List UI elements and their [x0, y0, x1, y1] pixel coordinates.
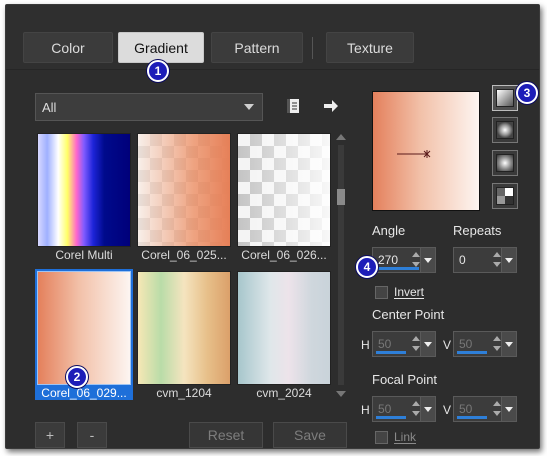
callout-4: 4 [356, 256, 378, 278]
swatch-item[interactable]: Corel_06_026... [235, 131, 333, 262]
focal-h-field[interactable]: 50 [372, 396, 436, 422]
center-v-field[interactable]: 50 [453, 331, 517, 357]
gradient-preview[interactable] [372, 91, 480, 211]
center-v-dropdown-icon[interactable] [501, 332, 516, 356]
tab-gradient[interactable]: Gradient [118, 32, 204, 63]
remove-button[interactable]: - [77, 422, 107, 448]
angle-label: Angle [372, 223, 406, 238]
invert-checkbox[interactable] [375, 286, 388, 299]
swatch-preview [137, 271, 231, 385]
callout-2: 2 [66, 366, 88, 388]
rectangular-gradient-icon [496, 121, 514, 139]
swatch-scrollbar[interactable] [335, 131, 347, 401]
focal-v-label: V [443, 403, 452, 417]
gradient-rectangular-button[interactable] [492, 117, 518, 143]
scroll-down-icon[interactable] [336, 391, 346, 397]
gradient-swatch-grid: Corel Multi Corel_06_025... Corel_06_026… [35, 131, 335, 401]
swatch-preview [137, 133, 231, 247]
chevron-down-icon [244, 104, 254, 110]
focal-h-dropdown-icon[interactable] [420, 397, 435, 421]
swatch-preview [237, 271, 331, 385]
angle-value: 270 [378, 253, 399, 267]
angle-dropdown-icon[interactable] [420, 248, 435, 272]
swatch-item[interactable]: Corel_06_025... [135, 131, 233, 262]
swatch-label: Corel_06_026... [241, 248, 327, 262]
center-v-label: V [443, 338, 452, 352]
angle-field[interactable]: 270 [372, 247, 436, 273]
arrow-right-icon[interactable] [320, 95, 342, 117]
gradient-sunburst-button[interactable] [492, 183, 518, 209]
tab-bar: Color Gradient Pattern Texture [6, 5, 539, 70]
scroll-up-icon[interactable] [336, 134, 346, 140]
center-h-label: H [361, 338, 370, 352]
focal-point-label: Focal Point [372, 372, 438, 387]
center-h-slider-bar[interactable] [376, 351, 406, 354]
category-dropdown-value: All [42, 99, 57, 115]
link-checkbox[interactable] [375, 431, 388, 444]
angle-slider-bar[interactable] [376, 267, 419, 270]
gradient-dialog: Color Gradient Pattern Texture 1 All Cor… [5, 4, 540, 449]
radial-gradient-icon [496, 154, 514, 172]
sunburst-gradient-icon [496, 187, 514, 205]
focal-v-slider-bar[interactable] [457, 416, 487, 419]
swatch-preview [37, 133, 131, 247]
focal-v-dropdown-icon[interactable] [501, 397, 516, 421]
swatch-label: Corel Multi [55, 248, 113, 262]
scroll-thumb[interactable] [337, 189, 345, 205]
repeats-field[interactable]: 0 [453, 247, 517, 273]
tab-texture[interactable]: Texture [326, 32, 414, 63]
save-button[interactable]: Save [273, 422, 347, 448]
callout-3: 3 [516, 82, 538, 104]
center-point-label: Center Point [372, 307, 445, 322]
focal-h-value: 50 [378, 402, 392, 416]
focal-v-value: 50 [459, 402, 473, 416]
angle-handle-icon[interactable] [373, 92, 479, 210]
reset-button[interactable]: Reset [189, 422, 263, 448]
center-h-field[interactable]: 50 [372, 331, 436, 357]
focal-v-field[interactable]: 50 [453, 396, 517, 422]
center-v-slider-bar[interactable] [457, 351, 487, 354]
tab-separator [312, 37, 313, 59]
swatch-label: cvm_1204 [156, 386, 212, 400]
swatch-item[interactable]: cvm_1204 [135, 269, 233, 400]
focal-h-label: H [361, 403, 370, 417]
focal-h-slider-bar[interactable] [376, 416, 406, 419]
center-v-value: 50 [459, 337, 473, 351]
link-label: Link [394, 430, 417, 444]
swatch-label: Corel_06_025... [141, 248, 227, 262]
library-icon[interactable] [282, 95, 304, 117]
repeats-label: Repeats [453, 223, 502, 238]
repeats-dropdown-icon[interactable] [501, 248, 516, 272]
tab-color[interactable]: Color [23, 32, 113, 63]
callout-1: 1 [147, 60, 169, 82]
add-button[interactable]: + [35, 422, 65, 448]
center-h-dropdown-icon[interactable] [420, 332, 435, 356]
linear-gradient-icon [496, 89, 514, 107]
center-h-value: 50 [378, 337, 392, 351]
gradient-linear-button[interactable] [492, 85, 518, 111]
swatch-label: Corel_06_029... [41, 386, 127, 400]
swatch-item[interactable]: Corel Multi [35, 131, 133, 262]
swatch-label: cvm_2024 [256, 386, 312, 400]
repeats-value: 0 [459, 253, 466, 267]
scroll-track[interactable] [338, 145, 344, 385]
swatch-item[interactable]: cvm_2024 [235, 269, 333, 400]
invert-label: Invert [394, 285, 425, 299]
tab-pattern[interactable]: Pattern [211, 32, 303, 63]
category-dropdown[interactable]: All [35, 93, 263, 121]
swatch-preview [237, 133, 331, 247]
gradient-radial-button[interactable] [492, 150, 518, 176]
